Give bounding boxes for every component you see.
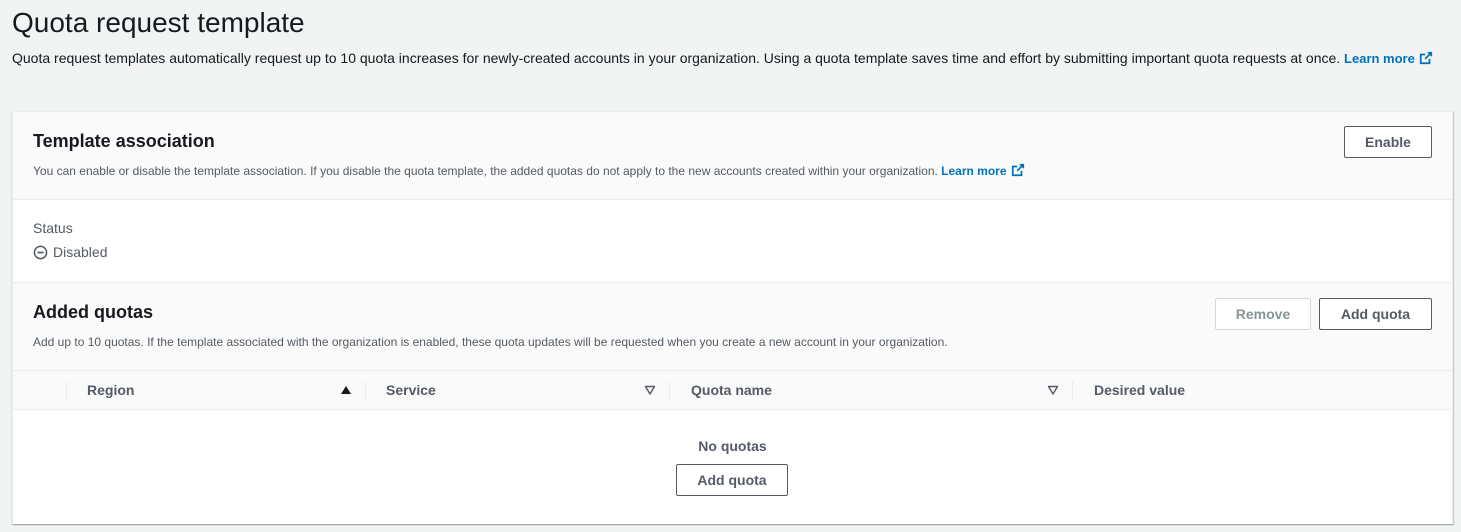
column-divider — [66, 381, 67, 399]
page-description-text: Quota request templates automatically re… — [12, 50, 1341, 66]
learn-more-label: Learn more — [1344, 51, 1415, 66]
add-quota-button[interactable]: Add quota — [1319, 298, 1432, 330]
template-association-header: Template association You can enable or d… — [13, 112, 1452, 200]
sort-icon[interactable] — [644, 384, 656, 396]
status-section: Status Disabled — [13, 200, 1452, 282]
page-title: Quota request template — [12, 7, 305, 38]
column-divider — [669, 381, 670, 399]
column-header-desired-value: Desired value — [1094, 371, 1185, 409]
added-quotas-header: Added quotas Add up to 10 quotas. If the… — [13, 282, 1452, 370]
column-header-quota-name[interactable]: Quota name — [691, 371, 772, 409]
column-header-service[interactable]: Service — [386, 371, 436, 409]
status-value-text: Disabled — [53, 244, 108, 260]
column-header-quota-name-label: Quota name — [691, 382, 772, 398]
template-association-title: Template association — [33, 131, 215, 151]
learn-more-link[interactable]: Learn more — [1344, 51, 1433, 66]
quota-template-container: Template association You can enable or d… — [12, 111, 1453, 524]
status-label: Status — [33, 220, 73, 236]
empty-state-title: No quotas — [698, 438, 767, 454]
page-header: Quota request template Quota request tem… — [12, 6, 1442, 70]
added-quotas-title: Added quotas — [33, 302, 153, 322]
page-description: Quota request templates automatically re… — [12, 47, 1442, 70]
sort-icon[interactable] — [1047, 384, 1059, 396]
added-quotas-description: Add up to 10 quotas. If the template ass… — [33, 335, 948, 349]
association-learn-more-link[interactable]: Learn more — [941, 163, 1024, 178]
empty-state: No quotas Add quota — [13, 410, 1452, 524]
external-link-icon — [1011, 163, 1024, 177]
column-header-service-label: Service — [386, 382, 436, 398]
column-header-region-label: Region — [87, 382, 135, 398]
column-header-region[interactable]: Region — [87, 371, 134, 409]
disabled-status-icon — [33, 245, 48, 259]
association-learn-more-label: Learn more — [941, 164, 1007, 178]
external-link-icon — [1419, 51, 1432, 65]
column-divider — [1072, 381, 1073, 399]
enable-button[interactable]: Enable — [1344, 126, 1432, 158]
column-divider — [365, 381, 366, 399]
column-header-desired-value-label: Desired value — [1094, 382, 1186, 398]
status-value: Disabled — [33, 243, 107, 261]
sort-ascending-icon[interactable] — [340, 384, 352, 396]
template-association-description-text: You can enable or disable the template a… — [33, 164, 938, 178]
quotas-table-header: Region Service Quota name Desired value — [13, 370, 1452, 410]
empty-add-quota-button[interactable]: Add quota — [676, 464, 788, 496]
remove-button[interactable]: Remove — [1215, 298, 1311, 330]
template-association-description: You can enable or disable the template a… — [33, 163, 1025, 179]
